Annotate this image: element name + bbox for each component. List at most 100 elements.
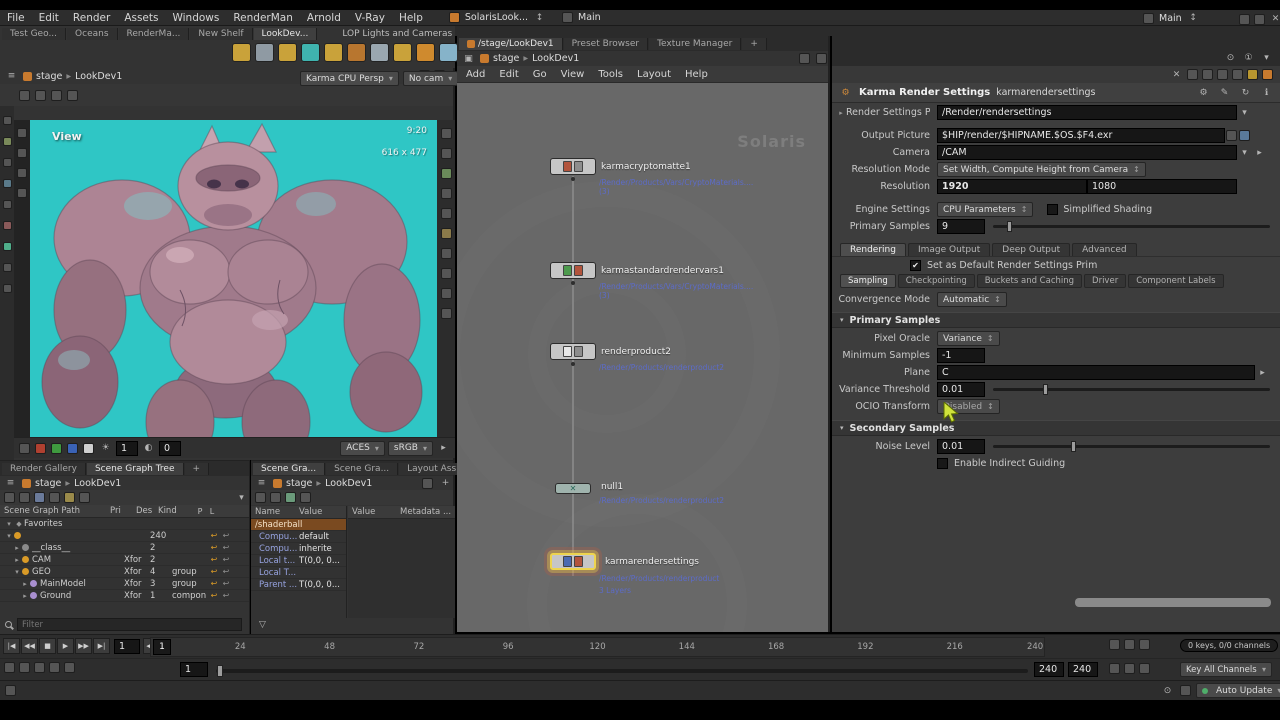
edit-icon[interactable]: ✎	[1217, 86, 1232, 100]
snapshot-tool-icon[interactable]	[2, 242, 12, 251]
expand-icon[interactable]: ▸	[20, 580, 30, 588]
lut-dropdown[interactable]: ACES ▾	[340, 440, 385, 456]
render-settings-prim-field[interactable]: /Render/rendersettings	[937, 105, 1237, 120]
camera-chooser-icon[interactable]: ▾	[1237, 146, 1252, 160]
lighting-icon[interactable]	[440, 208, 452, 219]
range-slider-handle[interactable]	[217, 665, 223, 677]
node-karmastandardrendervars1[interactable]	[550, 262, 596, 279]
tab-image-output[interactable]: Image Output	[907, 243, 991, 256]
plus-icon[interactable]: +	[438, 476, 453, 490]
expand-icon[interactable]: ▾	[4, 520, 14, 528]
node-name-field[interactable]: karmarendersettings	[996, 87, 1095, 98]
split-icon[interactable]	[1254, 13, 1265, 25]
folder-icon[interactable]	[1247, 69, 1258, 80]
simplified-shading-checkbox[interactable]	[1047, 204, 1059, 215]
visibility-toggle-icon[interactable]: ↩	[208, 543, 220, 552]
indirect-guiding-checkbox[interactable]	[937, 458, 948, 469]
shelf-tab[interactable]: RenderMa...	[118, 28, 190, 40]
subtab-checkpointing[interactable]: Checkpointing	[897, 274, 975, 288]
node-karmacryptomatte1[interactable]	[550, 158, 596, 175]
timeline-ruler[interactable]: 24 48 72 96 120 144 168 192 216 240 1	[150, 637, 1045, 657]
view-tool-icon[interactable]	[2, 116, 12, 125]
menu-edit[interactable]: Edit	[32, 10, 66, 26]
activation-toggle-icon[interactable]: ↩	[220, 543, 232, 552]
clear-icon[interactable]: ✕	[1169, 68, 1184, 82]
next-key-icon[interactable]	[1124, 639, 1135, 650]
variance-threshold-field[interactable]: 0.01	[937, 382, 985, 397]
scope-icon[interactable]	[1139, 639, 1150, 650]
desktop-selector[interactable]: SolarisLook... ↕	[448, 11, 547, 25]
gamma-icon[interactable]: ◐	[141, 441, 156, 455]
activation-toggle-icon[interactable]: ↩	[220, 531, 232, 540]
default-prim-checkbox[interactable]: ✔	[910, 259, 921, 271]
plane-field[interactable]: C	[937, 365, 1255, 380]
plane-chooser-icon[interactable]: ▸	[1255, 366, 1270, 380]
snap-edge-icon[interactable]	[17, 168, 27, 178]
visibility-toggle-icon[interactable]: ↩	[208, 591, 220, 600]
tree-sync-icon[interactable]	[49, 492, 60, 503]
attribute-row[interactable]: Compu... default	[251, 531, 346, 543]
attribute-row[interactable]: Parent ... T(0,0, 0...	[251, 579, 346, 591]
details-filter-icon[interactable]	[285, 492, 296, 503]
realtime-toggle-icon[interactable]	[4, 662, 15, 673]
camera-field[interactable]: /CAM	[937, 145, 1237, 160]
prim-path-row[interactable]: /shaderball	[251, 519, 346, 531]
tab-deep-output[interactable]: Deep Output	[992, 243, 1071, 256]
details-columns-icon[interactable]	[300, 492, 311, 503]
filter-input[interactable]	[17, 618, 242, 631]
tab-advanced[interactable]: Advanced	[1072, 243, 1137, 256]
menu-render[interactable]: Render	[66, 10, 117, 26]
menu-tools[interactable]: Tools	[591, 66, 630, 83]
network-canvas[interactable]: Solaris karmacryptomatte1 /Render/Produc…	[457, 84, 828, 632]
background-icon[interactable]	[440, 268, 452, 279]
expand-icon[interactable]: ▸	[20, 592, 30, 600]
visibility-toggle-icon[interactable]: ↩	[208, 531, 220, 540]
playhead[interactable]: 1	[153, 639, 171, 655]
expand-icon[interactable]: ▸	[12, 556, 22, 564]
alpha-channel-icon[interactable]	[83, 442, 94, 454]
blue-channel-icon[interactable]	[67, 442, 78, 454]
shelf-tab[interactable]: Oceans	[67, 28, 118, 40]
green-channel-icon[interactable]	[51, 442, 62, 454]
breadcrumb[interactable]: stage ▸ LookDev1	[22, 478, 121, 489]
breadcrumb[interactable]: stage ▸ LookDev1	[23, 71, 122, 82]
key-tool-icon[interactable]	[2, 284, 12, 293]
output-connector[interactable]	[571, 177, 575, 181]
menu-help[interactable]: Help	[678, 66, 715, 83]
chevron-down-icon[interactable]: ▾	[1259, 51, 1274, 65]
disclosure-icon[interactable]: ▸	[836, 109, 846, 117]
visibility-toggle-icon[interactable]: ↩	[208, 555, 220, 564]
viewport-3d-view[interactable]: View 9:20 616 x 477	[30, 120, 437, 437]
tab-preset-browser[interactable]: Preset Browser	[563, 38, 649, 50]
tab-stage-lookdev[interactable]: /stage/LookDev1	[459, 38, 563, 50]
shelf-tab[interactable]: New Shelf	[190, 28, 253, 40]
chevron-down-icon[interactable]: ▾	[234, 491, 249, 505]
activation-toggle-icon[interactable]: ↩	[220, 591, 232, 600]
node-karmarendersettings[interactable]	[550, 553, 596, 570]
expand-icon[interactable]: ▾	[4, 532, 14, 540]
render-view-icon[interactable]	[19, 442, 30, 454]
visibility-toggle-icon[interactable]: ↩	[208, 567, 220, 576]
details-tab[interactable]: Scene Gra...	[326, 463, 399, 475]
shelf-tool-icon[interactable]	[301, 43, 320, 62]
jump-to-icon[interactable]: ▸	[1252, 146, 1267, 160]
resolution-mode-dropdown[interactable]: Set Width, Compute Height from Camera ↕	[937, 162, 1146, 177]
shelf-tab[interactable]: LookDev...	[253, 28, 318, 40]
global-end-field[interactable]: 240	[1068, 662, 1098, 677]
table-row[interactable]: ▾ GEO Xfor 4 group ↩ ↩	[0, 566, 249, 578]
pin-params-icon[interactable]	[1187, 69, 1198, 80]
exposure-field[interactable]: 1	[116, 440, 138, 456]
playbar-options-icon[interactable]	[49, 662, 60, 673]
camera-lock-icon[interactable]	[440, 248, 452, 259]
pixel-oracle-dropdown[interactable]: Variance ↕	[937, 331, 1000, 346]
shading-mode-icon[interactable]	[440, 148, 452, 159]
new-tab-button[interactable]: +	[184, 463, 210, 475]
menu-icon[interactable]: ≡	[4, 69, 19, 83]
snapshot-icon[interactable]	[799, 53, 810, 64]
current-frame-field[interactable]: 1	[114, 638, 140, 654]
message-log-icon[interactable]	[5, 685, 16, 696]
shelf-tool-icon[interactable]	[278, 43, 297, 62]
camera-dropdown[interactable]: No cam ▾	[402, 71, 459, 86]
pose-tool-icon[interactable]	[2, 179, 12, 188]
display-options-icon[interactable]	[440, 168, 452, 179]
